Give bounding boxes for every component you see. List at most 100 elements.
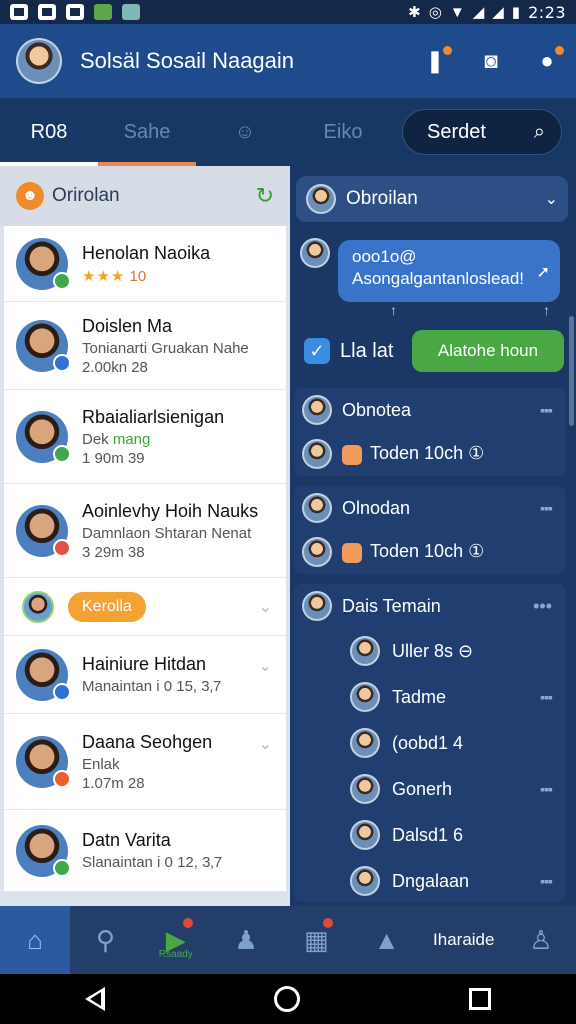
rating-value: 10	[129, 267, 147, 285]
notification-icon[interactable]: ❚	[422, 46, 452, 74]
member-name: Dngalaan	[392, 870, 470, 891]
chat-header[interactable]: Obroilan ⌄	[296, 176, 568, 222]
face-icon: ☺	[234, 121, 256, 143]
contact-item[interactable]: Doislen Ma Tonianarti Gruakan Nahe 2.00k…	[4, 302, 286, 390]
tab-r08[interactable]: R08	[0, 98, 196, 166]
arrow-up-icon: ↑	[543, 302, 550, 318]
group-title: Obnotea	[342, 399, 412, 420]
search-chat-icon: ⚲	[95, 924, 115, 955]
sender-avatar	[300, 238, 330, 268]
tab-eiko[interactable]: Eiko	[294, 98, 392, 166]
group-title-row: Dais Temain •••	[294, 584, 566, 628]
tag-icon	[342, 542, 362, 563]
contacts-panel: ☻ Orirolan ↻ Henolan Naoika ★★★ 10 Doisl…	[0, 166, 290, 906]
contact-item[interactable]: Datn Varita Slanaintan i 0 12, 3‚7	[4, 810, 286, 892]
member-name: Tadme	[392, 686, 447, 707]
contact-subtitle: Tonianarti Gruakan Nahe	[82, 339, 249, 357]
group-card[interactable]: Obnotea ▪▪▪ Toden 10ch ①	[294, 388, 566, 476]
grid-icon[interactable]: ▪▪▪	[540, 873, 553, 889]
member-row[interactable]: Uller 8s ⊖	[294, 628, 566, 674]
profile-avatar[interactable]	[16, 38, 62, 84]
person-icon: ♟	[234, 924, 258, 955]
refresh-icon[interactable]: ↻	[256, 183, 274, 209]
status-icon	[53, 769, 71, 788]
nav-people[interactable]: ♟	[211, 906, 281, 974]
bot-icon: ☻	[16, 182, 44, 210]
chat-header-label: Obroilan	[346, 188, 418, 209]
contact-item[interactable]: Hainiure Hitdan Manaintan i 0 15, 3‚7 ⌄	[4, 636, 286, 714]
member-row[interactable]: Tadme ▪▪▪	[294, 674, 566, 720]
action-button[interactable]: Alatohe houn	[412, 330, 564, 372]
member-row[interactable]: Dalsd1 6	[294, 812, 566, 858]
contact-avatar	[16, 319, 71, 372]
member-row[interactable]: Dngalaan ▪▪▪	[294, 858, 566, 904]
tab-sahe[interactable]: Sahe	[98, 98, 196, 166]
section-pill[interactable]: Kerolla	[68, 591, 146, 622]
chat-avatar	[306, 184, 336, 214]
contact-meta: 3 29m 38	[82, 543, 145, 561]
search-button[interactable]: Serdet ⌕	[402, 109, 562, 155]
send-icon[interactable]: ➚	[537, 262, 550, 284]
chevron-down-icon[interactable]: ⌄	[259, 656, 272, 676]
member-row[interactable]: (oobd1 4	[294, 720, 566, 766]
group-avatar	[302, 395, 332, 425]
chevron-down-icon[interactable]: ⌄	[545, 189, 558, 209]
grid-icon[interactable]: ▪▪▪	[540, 500, 553, 516]
recents-icon[interactable]	[469, 988, 492, 1010]
more-icon[interactable]: •••	[533, 596, 552, 617]
chevron-down-icon[interactable]: ⌄	[259, 597, 272, 617]
nav-profile[interactable]: ♙	[506, 906, 576, 974]
home-button-icon[interactable]	[273, 986, 300, 1012]
member-avatar	[302, 537, 332, 567]
contact-name: Henolan Naoika	[82, 242, 211, 263]
status-icon	[53, 858, 71, 877]
battery-icon: ▮	[511, 4, 521, 21]
contacts-header-label: Orirolan	[52, 185, 120, 206]
contact-item[interactable]: Rbaialiarlsienigan Dek mang 1 90m 39	[4, 390, 286, 484]
nav-calendar[interactable]: ▦	[281, 906, 351, 974]
contact-item[interactable]: Henolan Naoika ★★★ 10	[4, 226, 286, 302]
member-row[interactable]: Gonerh ▪▪▪	[294, 766, 566, 812]
check-icon[interactable]: ✓	[304, 338, 330, 364]
contact-item[interactable]: Aoinlevhy Hoih Nauks Damnlaon Shtaran Ne…	[4, 484, 286, 578]
camera-icon[interactable]: ◙	[478, 48, 504, 74]
status-icon	[53, 271, 71, 290]
group-card[interactable]: Olnodan ▪▪▪ Toden 10ch ①	[294, 486, 566, 574]
grid-icon[interactable]: ▪▪▪	[540, 689, 553, 705]
badge-dot	[323, 918, 334, 928]
chrome-icon	[38, 4, 56, 20]
contact-name: Rbaialiarlsienigan	[82, 406, 225, 427]
back-icon[interactable]	[84, 987, 105, 1011]
contact-name: Doislen Ma	[82, 315, 173, 336]
group-card[interactable]: Dais Temain ••• Uller 8s ⊖ Tadme ▪▪▪ (oo…	[294, 584, 566, 902]
scrollbar[interactable]	[569, 316, 574, 426]
nav-groups[interactable]: ▲	[351, 906, 421, 974]
member-avatar	[350, 820, 380, 850]
member-avatar	[302, 439, 332, 469]
tab-emoji[interactable]: ☺	[196, 98, 294, 166]
chevron-down-icon[interactable]: ⌄	[259, 734, 272, 754]
group-avatar	[302, 493, 332, 523]
search-icon: ⌕	[533, 120, 545, 143]
grid-icon[interactable]: ▪▪▪	[540, 402, 553, 418]
contacts-header: ☻ Orirolan ↻	[0, 166, 290, 226]
contact-meta: 1.07m 28	[82, 774, 145, 792]
chat-bubble-icon[interactable]: ●	[534, 46, 564, 74]
nav-ready-label: Rsaady	[158, 949, 193, 960]
grid-icon[interactable]: ▪▪▪	[540, 781, 553, 797]
contact-subtitle: Damnlaon Shtaran Nenat	[82, 524, 252, 542]
section-header[interactable]: Kerolla ⌄	[4, 578, 286, 636]
nav-ready[interactable]: ▶ Rsaady	[141, 906, 211, 974]
game-icon	[94, 4, 112, 20]
contact-item[interactable]: Daana Seohgen Enlak 1.07m 28 ⌄	[4, 714, 286, 810]
bluetooth-icon: ✱	[408, 4, 421, 21]
message-bubble[interactable]: ooo1o@ Asongalgantanloslead! ➚	[338, 240, 560, 302]
nav-home[interactable]: ⌂	[0, 906, 71, 974]
action-label: Lla lat	[340, 339, 394, 362]
member-name: Uller 8s ⊖	[392, 640, 474, 661]
nav-text-item[interactable]: Iharaide	[422, 906, 506, 974]
calendar-icon: ▦	[304, 924, 329, 955]
group-avatar	[302, 591, 332, 621]
bottom-nav: ⌂ ⚲ ▶ Rsaady ♟ ▦ ▲ Iharaide ♙	[0, 906, 576, 974]
nav-search[interactable]: ⚲	[70, 906, 140, 974]
